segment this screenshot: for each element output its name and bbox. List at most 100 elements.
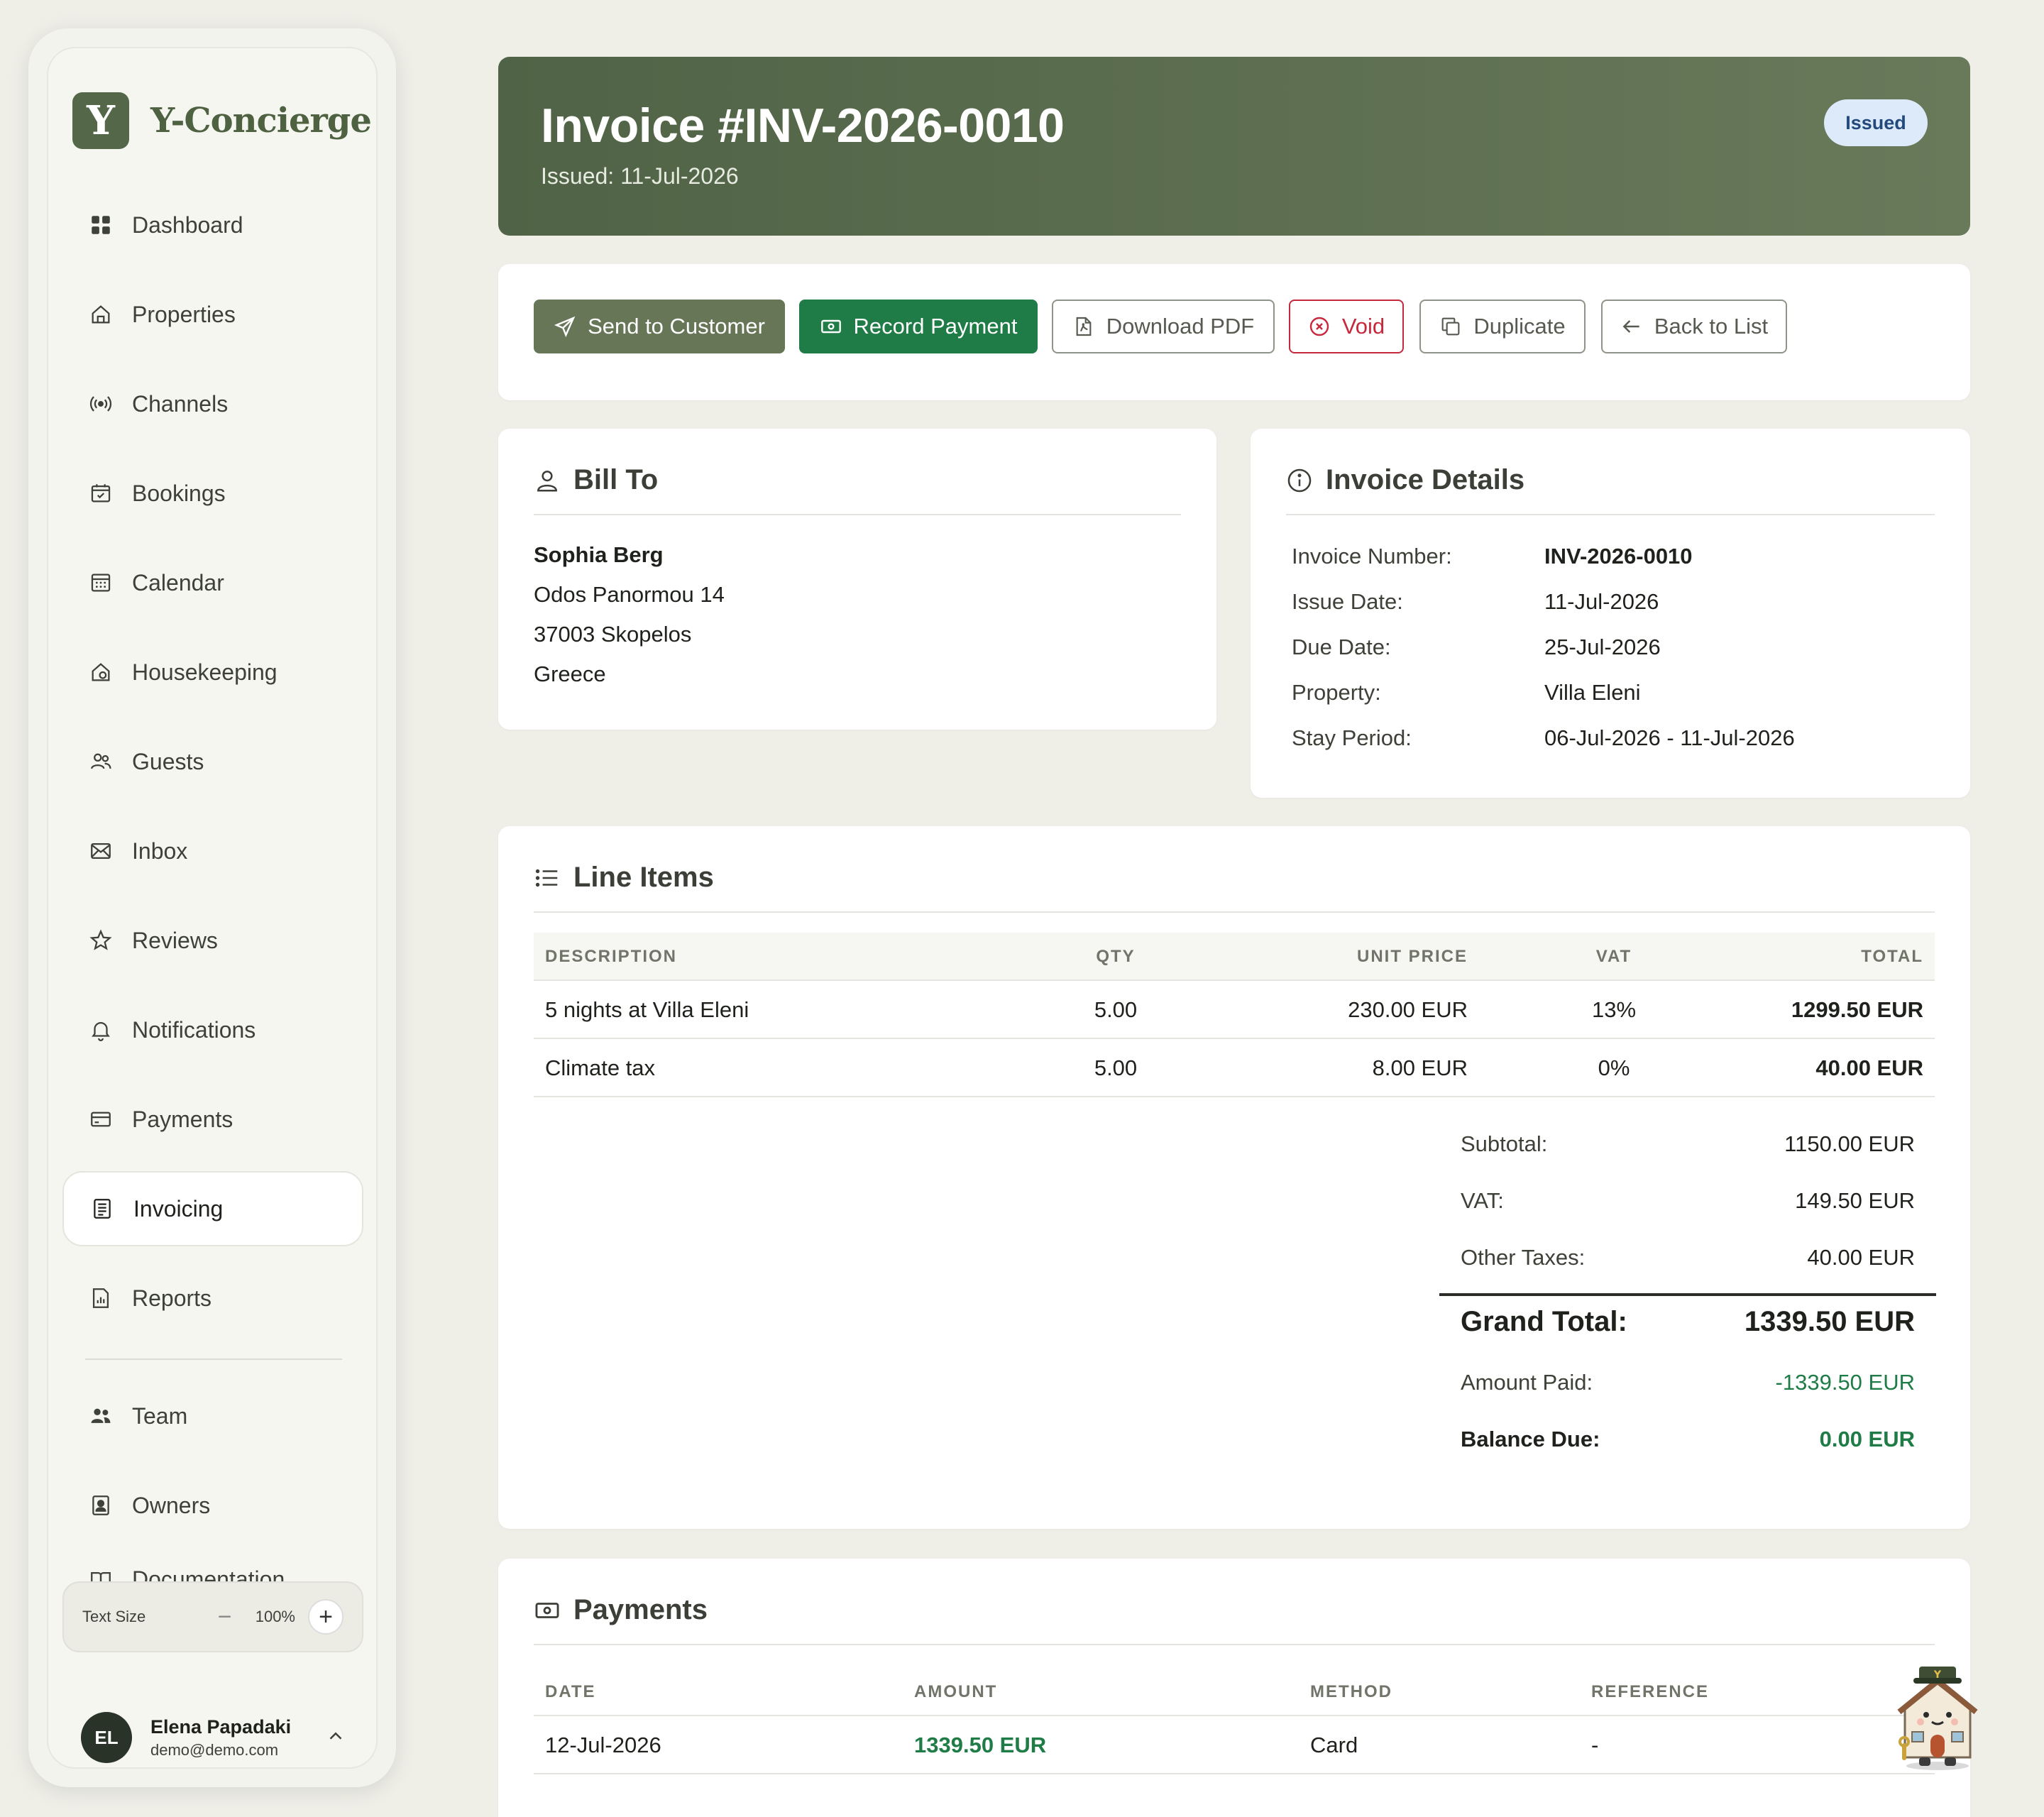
sidebar-item-notifications[interactable]: Notifications — [62, 992, 363, 1067]
brand-logo: Y — [72, 92, 129, 149]
x-circle-icon — [1309, 317, 1329, 336]
sidebar-item-label: Owners — [132, 1492, 211, 1518]
subtotal-value: 1150.00 EUR — [1784, 1131, 1915, 1156]
sidebar-item-label: Bookings — [132, 480, 226, 506]
sidebar-item-invoicing[interactable]: Invoicing — [62, 1171, 363, 1246]
invoice-details-title-text: Invoice Details — [1326, 464, 1525, 495]
issued-date: Issued: 11-Jul-2026 — [541, 163, 739, 189]
sidebar-item-guests[interactable]: Guests — [62, 724, 363, 799]
user-menu[interactable]: EL Elena Papadaki demo@demo.com — [62, 1702, 363, 1773]
avatar: EL — [81, 1712, 132, 1763]
sidebar-item-label: Channels — [132, 390, 229, 417]
table-row: 12-Jul-2026 1339.50 EUR Card - — [534, 1716, 1935, 1774]
send-icon — [554, 316, 576, 338]
concierge-mascot-icon[interactable]: Y — [1888, 1658, 1987, 1772]
column-header-method: METHOD — [1310, 1682, 1392, 1701]
svg-text:Y: Y — [1933, 1669, 1942, 1681]
record-payment-button[interactable]: Record Payment — [799, 300, 1038, 353]
grand-total-row: Grand Total: 1339.50 EUR — [1461, 1306, 1915, 1338]
detail-label: Property: — [1292, 680, 1381, 705]
sidebar-item-housekeeping[interactable]: Housekeeping — [62, 635, 363, 710]
detail-value: 25-Jul-2026 — [1544, 635, 1661, 659]
text-size-decrease-button[interactable]: − — [207, 1599, 243, 1635]
invoice-details-title: Invoice Details — [1286, 464, 1524, 496]
download-pdf-button[interactable]: Download PDF — [1052, 300, 1275, 353]
sidebar-item-inbox[interactable]: Inbox — [62, 813, 363, 889]
detail-value: INV-2026-0010 — [1544, 544, 1693, 569]
other-taxes-value: 40.00 EUR — [1807, 1245, 1915, 1270]
send-to-customer-button[interactable]: Send to Customer — [534, 300, 785, 353]
payments-card: Payments DATE AMOUNT METHOD REFERENCE 12… — [498, 1559, 1970, 1817]
detail-row-due-date: Due Date: 25-Jul-2026 — [1292, 635, 1661, 660]
list-icon — [535, 869, 558, 886]
cell-reference: - — [1591, 1733, 1599, 1757]
bill-to-title: Bill To — [534, 464, 658, 496]
sidebar-item-properties[interactable]: Properties — [62, 277, 363, 352]
grand-total-value: 1339.50 EUR — [1744, 1306, 1915, 1337]
line-items-title: Line Items — [534, 862, 714, 894]
column-header-reference: REFERENCE — [1591, 1682, 1710, 1701]
credit-card-icon — [88, 1107, 114, 1132]
sidebar-item-team[interactable]: Team — [62, 1378, 363, 1454]
sidebar-item-owners[interactable]: Owners — [62, 1468, 363, 1543]
column-header-qty: QTY — [1096, 947, 1136, 966]
text-size-value: 100% — [255, 1608, 295, 1625]
sidebar-shell: Y Y-Concierge Dashboard Properties Chann… — [28, 28, 396, 1787]
cell-vat: 13% — [1591, 997, 1637, 1022]
balance-due-row: Balance Due: 0.00 EUR — [1461, 1427, 1915, 1452]
duplicate-button[interactable]: Duplicate — [1419, 300, 1586, 353]
info-icon — [1287, 468, 1312, 492]
brand-name: Y-Concierge — [150, 101, 372, 141]
amount-paid-value: -1339.50 EUR — [1775, 1370, 1915, 1395]
house-icon — [88, 302, 114, 327]
sidebar-item-label: Notifications — [132, 1016, 256, 1043]
table-row: 5 nights at Villa Eleni 5.00 230.00 EUR … — [534, 981, 1935, 1039]
detail-value: 11-Jul-2026 — [1544, 589, 1659, 614]
sidebar-item-dashboard[interactable]: Dashboard — [62, 187, 363, 263]
cell-method: Card — [1310, 1733, 1358, 1757]
cell-description: Climate tax — [545, 1055, 656, 1080]
sidebar-item-payments[interactable]: Payments — [62, 1082, 363, 1157]
brand[interactable]: Y Y-Concierge — [72, 92, 372, 149]
sidebar-item-label: Housekeeping — [132, 659, 278, 685]
bill-to-address: Sophia Berg Odos Panormou 14 37003 Skope… — [534, 535, 725, 694]
cell-date: 12-Jul-2026 — [545, 1733, 661, 1757]
sidebar-item-reviews[interactable]: Reviews — [62, 903, 363, 978]
detail-row-stay-period: Stay Period: 06-Jul-2026 - 11-Jul-2026 — [1292, 725, 1795, 751]
void-button[interactable]: Void — [1289, 300, 1404, 353]
sidebar: Y Y-Concierge Dashboard Properties Chann… — [47, 47, 378, 1769]
bell-icon — [88, 1017, 114, 1043]
sidebar-item-bookings[interactable]: Bookings — [62, 456, 363, 531]
sidebar-item-label: Calendar — [132, 569, 224, 595]
detail-row-property: Property: Villa Eleni — [1292, 680, 1641, 706]
cash-icon — [820, 319, 841, 334]
divider — [534, 514, 1181, 515]
star-icon — [88, 928, 114, 953]
payments-table-header: DATE AMOUNT METHOD REFERENCE — [534, 1668, 1935, 1716]
column-header-unit-price: UNIT PRICE — [1356, 947, 1468, 966]
balance-due-label: Balance Due: — [1461, 1427, 1600, 1451]
line-items-table-header: DESCRIPTION QTY UNIT PRICE VAT TOTAL — [534, 933, 1935, 981]
sidebar-item-reports[interactable]: Reports — [62, 1261, 363, 1336]
user-name: Elena Papadaki — [150, 1716, 292, 1738]
address-country: Greece — [534, 662, 606, 686]
chevron-up-icon[interactable] — [325, 1725, 346, 1750]
sidebar-item-label: Reports — [132, 1285, 212, 1311]
sidebar-item-calendar[interactable]: Calendar — [62, 545, 363, 620]
page-title: Invoice #INV-2026-0010 — [541, 99, 1065, 153]
download-pdf-label: Download PDF — [1106, 314, 1255, 339]
bill-to-title-text: Bill To — [573, 464, 659, 495]
divider — [534, 911, 1935, 913]
sidebar-item-channels[interactable]: Channels — [62, 366, 363, 441]
cell-amount: 1339.50 EUR — [914, 1733, 1047, 1757]
actions-toolbar: Send to Customer Record Payment Download… — [498, 264, 1970, 400]
owner-icon — [88, 1493, 114, 1518]
vat-row: VAT: 149.50 EUR — [1461, 1188, 1915, 1214]
text-size-control: Text Size − 100% + — [62, 1581, 363, 1652]
line-items-card: Line Items DESCRIPTION QTY UNIT PRICE VA… — [498, 826, 1970, 1529]
sidebar-item-label: Invoicing — [133, 1195, 224, 1222]
detail-value: 06-Jul-2026 - 11-Jul-2026 — [1544, 725, 1795, 750]
detail-label: Issue Date: — [1292, 589, 1403, 614]
text-size-increase-button[interactable]: + — [308, 1599, 344, 1635]
back-to-list-button[interactable]: Back to List — [1601, 300, 1787, 353]
